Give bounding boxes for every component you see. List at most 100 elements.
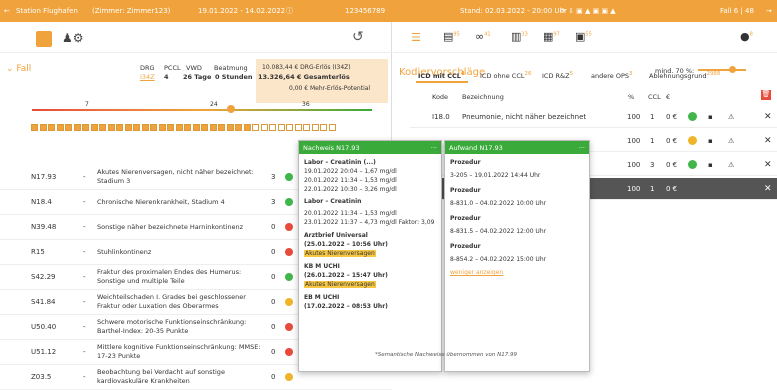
scale-a: 7 [85, 101, 89, 108]
list-icon[interactable]: ▥33 [511, 30, 528, 43]
col-euro: € [666, 93, 671, 101]
accept-icon[interactable] [688, 160, 697, 169]
close-icon[interactable]: ✕ [764, 160, 772, 170]
suggestion-code: I18.0 [432, 112, 450, 121]
forward-arrow-icon[interactable]: → [766, 7, 772, 15]
comment-icon[interactable]: ▪ [708, 113, 713, 121]
case-id: 123456789 [345, 7, 386, 15]
lab2-title[interactable]: Labor – Creatinin [304, 197, 436, 206]
beatmung-value: 0 Stunden [215, 73, 253, 81]
document-icon[interactable]: ▤95 [443, 30, 460, 43]
proc2-label: Prozedur [450, 187, 481, 194]
tab-icd-mit-ccl[interactable]: ICD mit CCL4 [418, 71, 465, 80]
diagnosis-code: U51.12 [31, 348, 57, 356]
beatmung-label: Beatmung [214, 64, 248, 72]
tab-ablehnungsgrund[interactable]: Ablehnungsgrund2988 [649, 71, 720, 80]
tab-andere-ops[interactable]: andere OPS3 [591, 71, 632, 80]
euro-value: 0 € [666, 136, 678, 145]
dash: - [83, 273, 86, 281]
status-icon[interactable] [285, 323, 293, 331]
nachweis-header: Nachweis N17.93 ··· [299, 141, 441, 154]
info-icon[interactable]: ⓘ [286, 6, 293, 16]
chat-icon[interactable]: ●8 [740, 30, 753, 43]
status-icon[interactable] [285, 173, 293, 181]
status-icon[interactable] [285, 248, 293, 256]
drg-revenue: 10.083,44 € DRG-Erlös (I34Z) [262, 64, 351, 71]
suggestion-row[interactable]: I18.0 Pneumonie, nicht näher bezeichnet 10… [410, 106, 777, 128]
room-label: (Zimmer: Zimmer123) [92, 7, 171, 15]
aufwand-header: Aufwand N17.93 ··· [445, 141, 589, 154]
dash: - [83, 373, 86, 381]
close-icon[interactable]: ✕ [764, 184, 772, 194]
diagnosis-code: S41.84 [31, 298, 56, 306]
diagnosis-description: Chronische Nierenkrankheit, Stadium 4 [97, 197, 225, 206]
diagnosis-description: Weichteilschaden I. Grades bei geschloss… [97, 293, 246, 310]
accept-icon[interactable] [688, 112, 697, 121]
proc3-label: Prozedur [450, 215, 481, 222]
table-header: Kode Bezeichnung % CCL € 🗑 [410, 90, 777, 104]
warning-icon[interactable]: ⚠ [728, 137, 734, 145]
doc3-title[interactable]: EB M UCHI [304, 293, 436, 302]
lab1-title[interactable]: Labor – Creatinin (...) [304, 158, 436, 167]
notes-icon[interactable]: ▦97 [543, 30, 560, 43]
diagnosis-code: S42.29 [31, 273, 56, 281]
delete-all-icon[interactable]: 🗑 [761, 90, 771, 100]
show-less-link[interactable]: weniger anzeigen [450, 268, 584, 277]
pccl-label: PCCL [164, 64, 181, 72]
binoculars-icon[interactable]: ∞41 [475, 30, 491, 43]
proc4-label: Prozedur [450, 243, 481, 250]
status-icon[interactable] [285, 373, 293, 381]
back-arrow-icon[interactable]: ← [4, 7, 10, 15]
more-icon[interactable]: ··· [431, 144, 437, 152]
col-kode: Kode [432, 93, 449, 101]
proc2-value: 8-831.0 – 04.02.2022 10:00 Uhr [450, 200, 547, 207]
scale-c: 36 [302, 101, 310, 108]
fall-section[interactable]: ⌄ Fall [6, 64, 31, 74]
accept-icon[interactable] [688, 136, 697, 145]
slider-handle[interactable] [729, 66, 736, 73]
close-icon[interactable]: ✕ [764, 136, 772, 146]
highlight-1: Akutes Nierenversagen [304, 250, 376, 257]
ccl-value: 1 [650, 112, 655, 121]
station-label: Station Flughafen [16, 7, 78, 15]
dash: - [83, 348, 86, 356]
user-gear-icon[interactable]: ♟⚙ [62, 31, 84, 45]
dash: - [83, 248, 86, 256]
footnote: *Semantische Nachweise übernommen von N1… [375, 352, 517, 358]
clipboard-icon[interactable]: ▣55 [575, 30, 592, 43]
checklist-icon[interactable]: ☰ [411, 31, 421, 44]
lab2-line1: 20.01.2022 11:34 – 1,53 mg/dl [304, 210, 397, 217]
diagnosis-code: N17.93 [31, 173, 57, 181]
tab-icd-ohne-ccl[interactable]: ICD ohne CCL26 [480, 71, 531, 80]
warning-icon[interactable]: ⚠ [728, 161, 734, 169]
status-icon[interactable] [285, 348, 293, 356]
ccl-value: 1 [650, 184, 655, 193]
warning-icon[interactable]: ⚠ [728, 113, 734, 121]
date-range: 19.01.2022 - 14.02.2022 [198, 7, 286, 15]
close-icon[interactable]: ✕ [764, 112, 772, 122]
diagnosis-description: Stuhlinkontinenz [97, 247, 152, 256]
status-icon[interactable] [285, 273, 293, 281]
lab1-line3: 22.01.2022 10:30 – 3,26 mg/dl [304, 186, 397, 193]
diagnosis-code: N18.4 [31, 198, 52, 206]
ccl-value: 0 [271, 298, 276, 306]
doc1-title[interactable]: Arztbrief Universal [304, 231, 436, 240]
tab-icd-rz[interactable]: ICD R&Z5 [542, 71, 573, 80]
comment-icon[interactable]: ▪ [708, 137, 713, 145]
patient-icon[interactable] [36, 31, 52, 47]
status-icon[interactable] [285, 298, 293, 306]
toolbar-icons[interactable]: ⟳ ⇩ ▣ ▲ ▣ ▣ ▲ [560, 7, 616, 15]
drg-value[interactable]: I34Z [140, 73, 155, 81]
doc2-title[interactable]: KB M UCHI [304, 262, 436, 271]
comment-icon[interactable]: ▪ [708, 161, 713, 169]
nachweis-popup: Nachweis N17.93 ··· Labor – Creatinin (..… [298, 140, 442, 372]
proc4-value: 8-854.2 – 04.02.2022 15:00 Uhr [450, 256, 547, 263]
status-icon[interactable] [285, 198, 293, 206]
status-icon[interactable] [285, 223, 293, 231]
ccl-value: 0 [271, 373, 276, 381]
undo-icon[interactable]: ↺ [352, 29, 364, 45]
percent-value: 100 [627, 136, 641, 145]
more-icon[interactable]: ··· [579, 144, 585, 152]
doc1-date: (25.01.2022 – 10:56 Uhr) [304, 241, 388, 248]
percent-value: 100 [627, 112, 641, 121]
